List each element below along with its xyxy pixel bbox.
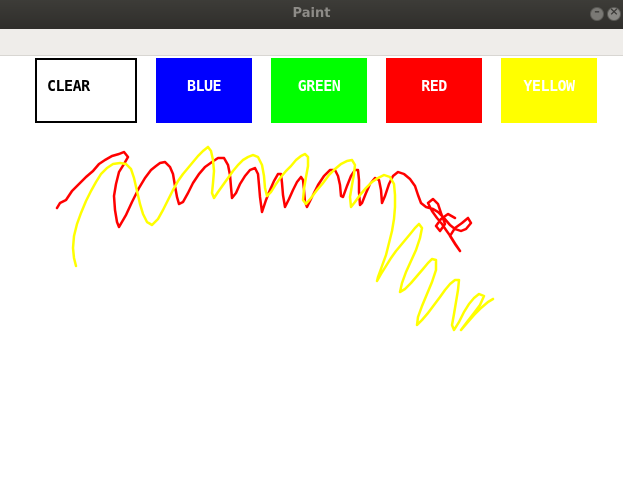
close-button[interactable]: × <box>607 5 621 21</box>
close-icon: × <box>609 5 619 18</box>
yellow-color-button[interactable]: YELLOW <box>501 58 597 123</box>
red-button-label: RED <box>421 76 447 95</box>
minimize-button[interactable]: – <box>590 5 604 21</box>
blue-color-button[interactable]: BLUE <box>156 58 252 123</box>
blue-button-label: BLUE <box>186 76 222 95</box>
window-title: Paint <box>292 6 331 21</box>
menu-bar <box>0 29 623 56</box>
clear-button-label: CLEAR <box>47 76 90 95</box>
green-button-label: GREEN <box>297 76 341 95</box>
minimize-icon: – <box>594 5 600 18</box>
yellow-button-label: YELLOW <box>523 76 575 95</box>
green-color-button[interactable]: GREEN <box>271 58 367 123</box>
red-color-button[interactable]: RED <box>386 58 482 123</box>
clear-button[interactable]: CLEAR <box>35 58 137 123</box>
window-titlebar[interactable]: Paint – × <box>0 0 623 29</box>
